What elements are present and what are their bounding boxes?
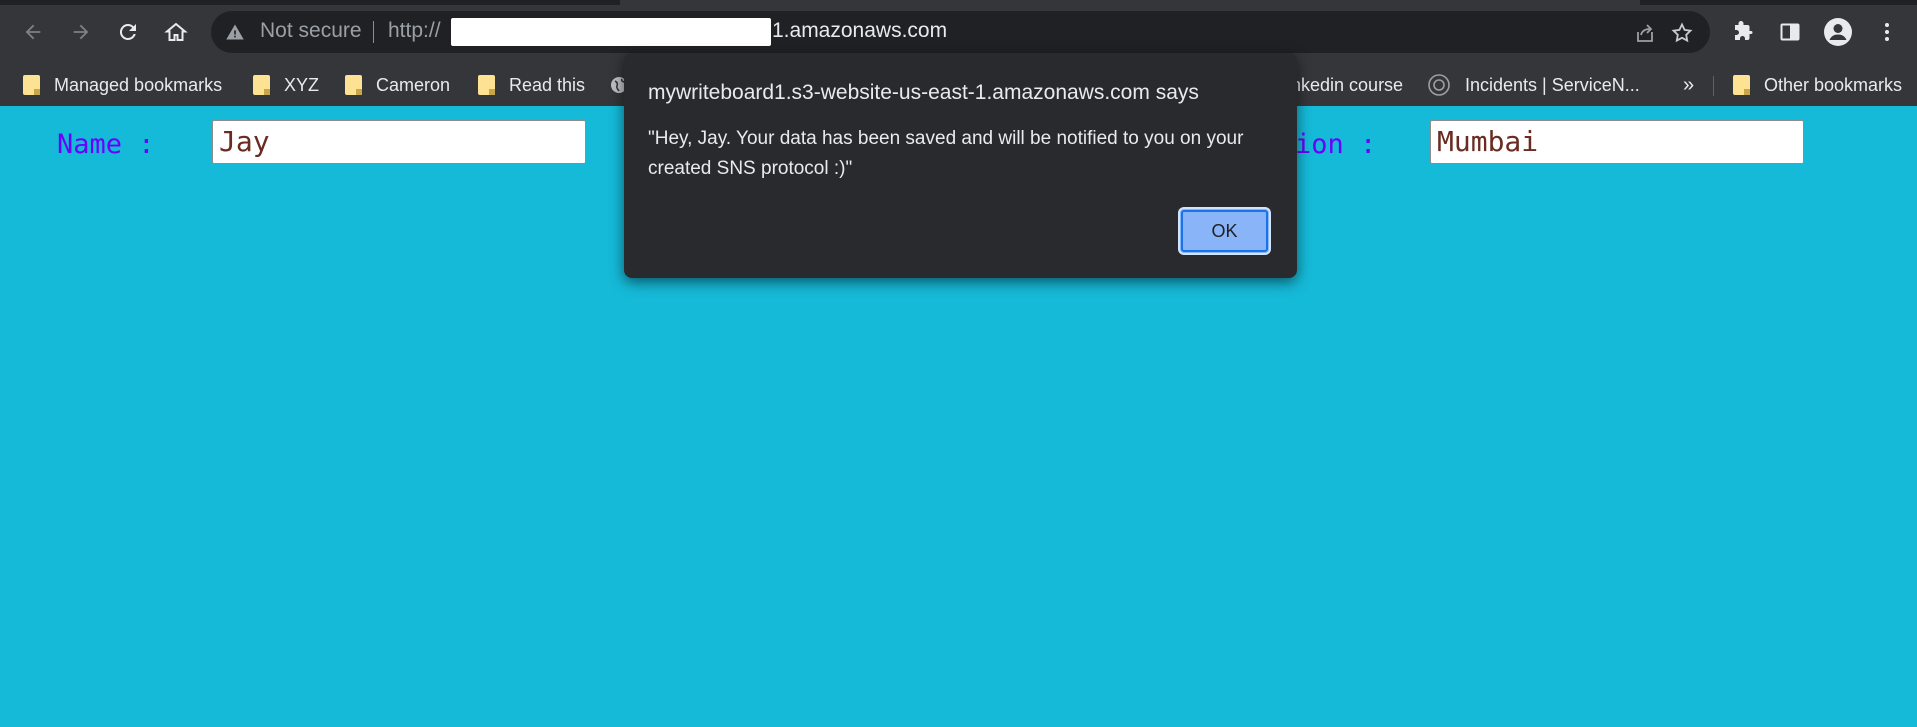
bookmark-read-this[interactable]: Read this xyxy=(478,64,585,106)
extensions-button[interactable] xyxy=(1725,14,1761,50)
home-button[interactable] xyxy=(158,14,194,50)
chevron-double-right-icon: » xyxy=(1683,73,1695,96)
arrow-left-icon xyxy=(25,24,41,40)
bookmark-separator xyxy=(1713,76,1714,96)
bookmark-managed[interactable]: Managed bookmarks xyxy=(23,64,222,106)
profile-button[interactable] xyxy=(1820,14,1856,50)
avatar-icon xyxy=(1824,18,1852,46)
name-input[interactable]: Jay xyxy=(212,120,586,164)
url-redaction xyxy=(451,18,771,46)
folder-icon xyxy=(478,75,495,95)
side-panel-button[interactable] xyxy=(1772,14,1808,50)
share-icon[interactable] xyxy=(1633,21,1657,45)
star-icon[interactable] xyxy=(1670,21,1694,45)
back-button[interactable] xyxy=(15,14,51,50)
bookmark-other[interactable]: Other bookmarks xyxy=(1733,64,1902,106)
bookmark-label: nkedin course xyxy=(1291,74,1404,95)
address-bar[interactable]: Not secure http:// 1.amazonaws.com xyxy=(211,11,1710,53)
bookmark-label: Cameron xyxy=(376,74,451,95)
location-label: ion : xyxy=(1295,129,1377,160)
bookmark-label: Incidents | ServiceN... xyxy=(1465,74,1640,95)
dialog-message: "Hey, Jay. Your data has been saved and … xyxy=(648,128,1244,179)
puzzle-icon xyxy=(1735,21,1753,40)
menu-button[interactable] xyxy=(1869,14,1905,50)
ok-button[interactable]: OK xyxy=(1178,207,1271,255)
url-prefix: http:// xyxy=(388,19,441,42)
security-status[interactable]: Not secure xyxy=(260,19,362,43)
folder-icon xyxy=(23,75,40,95)
side-panel-icon xyxy=(1780,23,1800,41)
folder-icon xyxy=(1733,75,1750,95)
folder-icon xyxy=(345,75,362,95)
bookmarks-overflow-button[interactable]: » xyxy=(1683,64,1694,106)
home-icon xyxy=(164,22,188,41)
active-tab[interactable] xyxy=(620,0,1640,5)
alert-dialog: mywriteboard1.s3-website-us-east-1.amazo… xyxy=(624,53,1297,278)
location-input[interactable]: Mumbai xyxy=(1430,120,1804,164)
bookmark-label: Read this xyxy=(509,74,586,95)
reload-button[interactable] xyxy=(110,14,146,50)
omnibox-divider xyxy=(373,21,374,43)
folder-icon xyxy=(253,75,270,95)
bookmark-label: XYZ xyxy=(284,74,320,95)
bookmark-cameron[interactable]: Cameron xyxy=(345,64,450,106)
servicenow-icon xyxy=(1428,74,1450,96)
forward-button[interactable] xyxy=(63,14,99,50)
dialog-title: mywriteboard1.s3-website-us-east-1.amazo… xyxy=(648,81,1199,104)
bookmark-label: Managed bookmarks xyxy=(54,74,223,95)
arrow-right-icon xyxy=(73,24,89,40)
name-label: Name : xyxy=(57,129,155,160)
url-domain: 1.amazonaws.com xyxy=(772,19,948,42)
kebab-menu-icon xyxy=(1885,23,1889,41)
bookmark-xyz[interactable]: XYZ xyxy=(253,64,319,106)
tab-strip xyxy=(0,0,1917,5)
bookmark-linkedin-course[interactable]: nkedin course xyxy=(1291,64,1403,106)
warning-icon xyxy=(226,24,244,40)
reload-icon xyxy=(119,23,136,40)
bookmark-incidents[interactable]: Incidents | ServiceN... xyxy=(1427,64,1640,106)
bookmark-label: Other bookmarks xyxy=(1764,74,1903,95)
